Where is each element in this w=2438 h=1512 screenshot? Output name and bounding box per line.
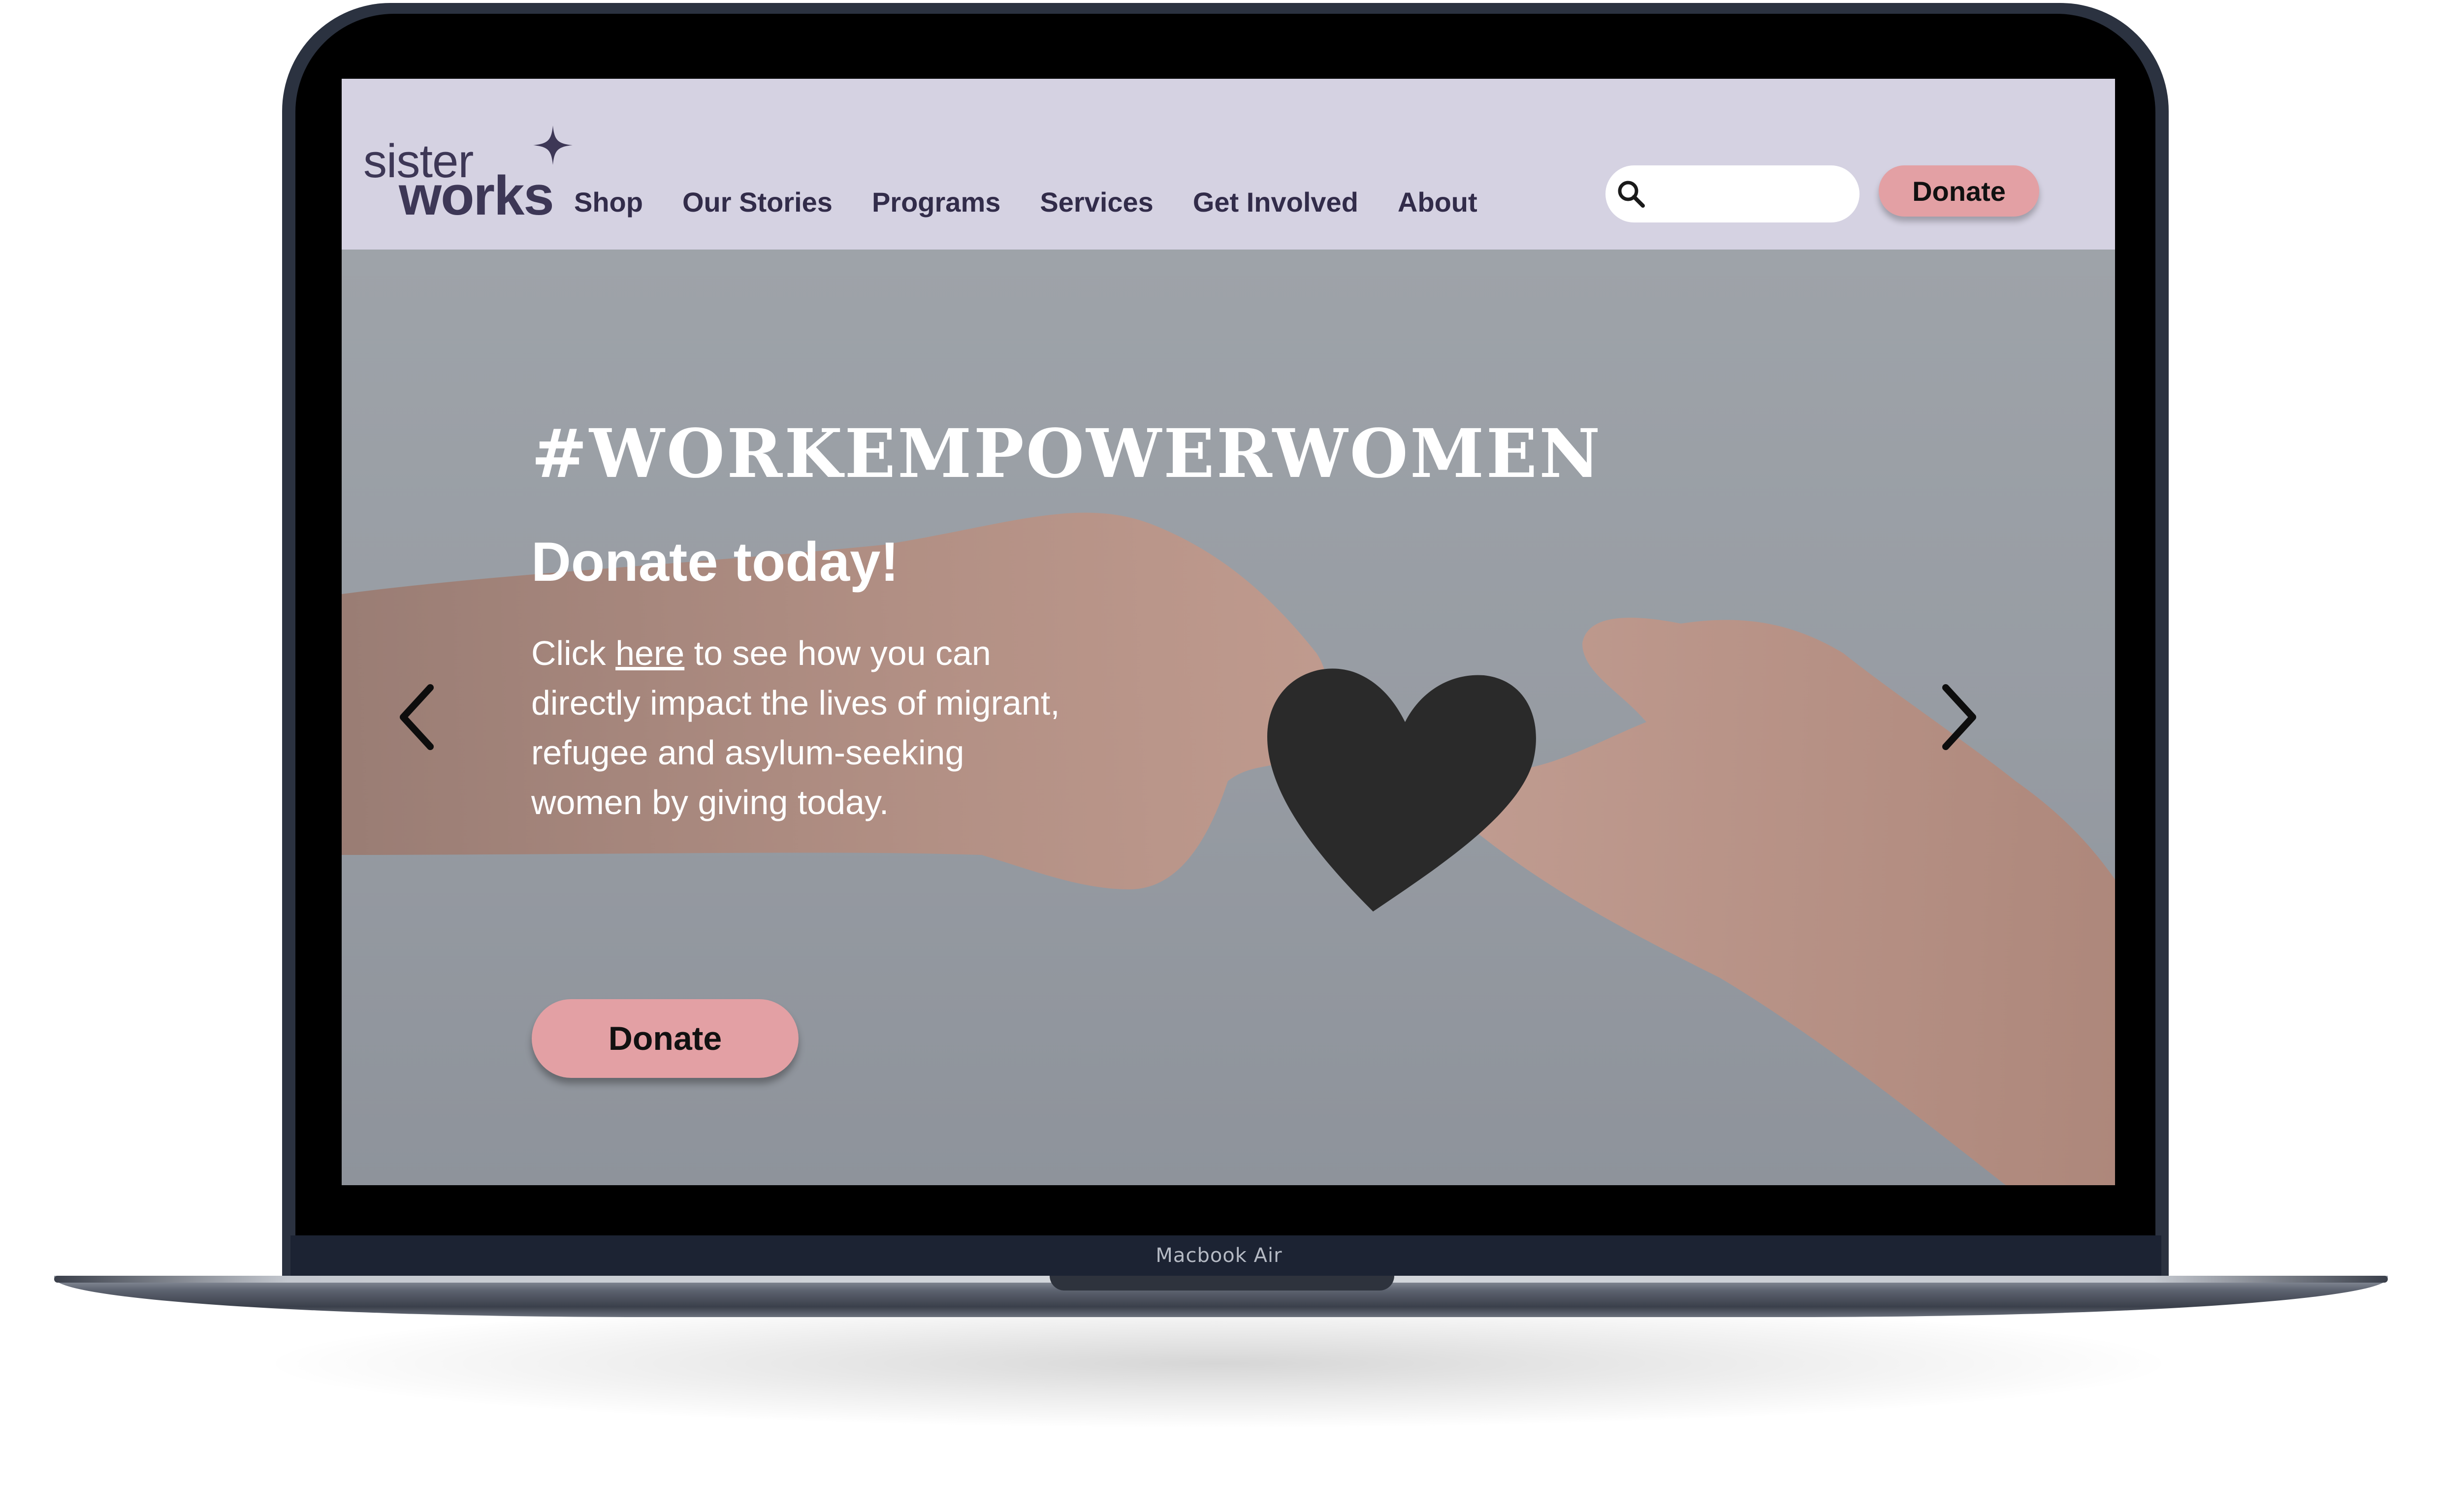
header-donate-button[interactable]: Donate [1879, 165, 2039, 217]
device-mockup: Macbook Air sister works Shop Our Storie… [0, 0, 2438, 1512]
right-hand-shape [1457, 618, 2115, 1185]
hero-hashtag: #WORKEMPOWERWOMEN [531, 414, 1603, 493]
site-logo[interactable]: sister works [363, 126, 573, 236]
nav-item-get-involved[interactable]: Get Involved [1193, 186, 1358, 218]
chevron-left-icon[interactable] [391, 678, 445, 756]
sparkle-icon [533, 126, 573, 165]
nav-item-services[interactable]: Services [1040, 186, 1153, 218]
search-input[interactable] [1605, 165, 1860, 222]
chevron-right-icon[interactable] [1931, 678, 1985, 756]
hero-heading: Donate today! [531, 531, 899, 593]
site-header: sister works Shop Our Stories Programs S… [342, 79, 2115, 250]
laptop-notch [1050, 1276, 1394, 1291]
logo-text-works: works [399, 165, 554, 226]
nav-item-shop[interactable]: Shop [574, 186, 643, 218]
nav-item-our-stories[interactable]: Our Stories [682, 186, 833, 218]
main-navigation: Shop Our Stories Programs Services Get I… [574, 182, 1517, 221]
device-shadow [276, 1299, 2161, 1427]
hero-donate-button[interactable]: Donate [532, 999, 799, 1078]
hero-description-prefix: Click [531, 634, 616, 672]
device-model-label: Macbook Air [1155, 1244, 1283, 1267]
paper-heart-shape [1267, 668, 1536, 912]
hero-carousel: #WORKEMPOWERWOMEN Donate today! Click he… [342, 250, 2115, 1185]
nav-item-programs[interactable]: Programs [872, 186, 1000, 218]
hero-description: Click here to see how you can directly i… [531, 629, 1063, 827]
hero-here-link[interactable]: here [615, 634, 684, 672]
browser-screen: sister works Shop Our Stories Programs S… [342, 79, 2115, 1185]
nav-item-about[interactable]: About [1398, 186, 1477, 218]
search-icon[interactable] [1614, 177, 1649, 212]
